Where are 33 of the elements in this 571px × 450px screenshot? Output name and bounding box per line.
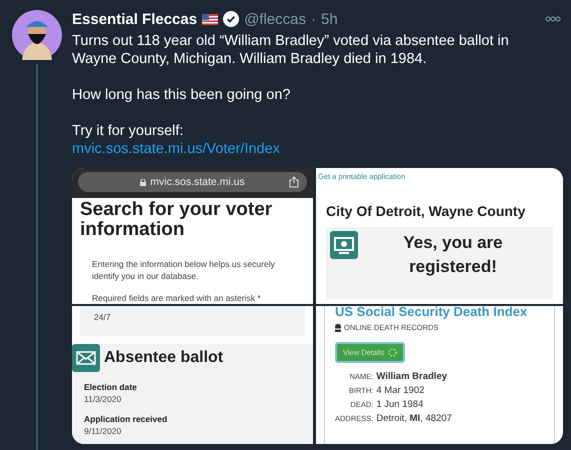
author-handle[interactable]: @fleccas <box>244 10 306 28</box>
page-heading: Search for your voter information <box>80 200 274 240</box>
spinner-icon <box>388 348 398 357</box>
author-name[interactable]: Essential Fleccas <box>72 10 198 28</box>
tweet-link[interactable]: mvic.sos.state.mi.us/Voter/Index <box>72 140 561 158</box>
field-value: 11/3/2020 <box>84 394 122 404</box>
record-value: 4 Mar 1902 <box>376 385 426 396</box>
more-icon[interactable] <box>545 16 561 22</box>
flag-icon <box>202 14 218 24</box>
required-note: Required fields are marked with an asterisk * <box>92 292 262 304</box>
record-value: Detroit, MI, 48207 <box>376 413 452 424</box>
field-value: 9/11/2020 <box>84 426 122 436</box>
death-index-title[interactable]: US Social Security Death Index <box>335 306 542 319</box>
lock-icon <box>140 178 146 186</box>
address-bar[interactable]: mvic.sos.state.mi.us <box>78 172 307 192</box>
record-value: William Bradley <box>376 371 448 382</box>
timestamp[interactable]: 5h <box>321 10 338 28</box>
intro-text: Entering the information below helps us securely identify you in our database. <box>92 258 276 282</box>
separator: · <box>311 10 316 28</box>
county-heading: City Of Detroit, Wayne County <box>326 203 526 219</box>
tweet-text: Turns out 118 year old “William Bradley” voted via absentee ballot in Wayne County, Michigan. William Bradley died in 1984. <box>72 32 510 68</box>
record-value: 1 Jun 1984 <box>376 399 424 410</box>
share-icon[interactable] <box>289 176 299 188</box>
hours-text: 24/7 <box>80 306 305 336</box>
avatar[interactable] <box>12 10 62 60</box>
registration-status: Yes, you are registered! <box>402 232 504 278</box>
field-label: Application received <box>84 414 168 424</box>
tweet-text: Try it for yourself: <box>72 122 184 140</box>
database-icon <box>335 324 341 332</box>
card-title: Absentee ballot <box>104 349 224 367</box>
monitor-icon <box>330 231 358 259</box>
tweet-text: How long has this been going on? <box>72 86 292 104</box>
field-label: Election date <box>84 382 138 392</box>
